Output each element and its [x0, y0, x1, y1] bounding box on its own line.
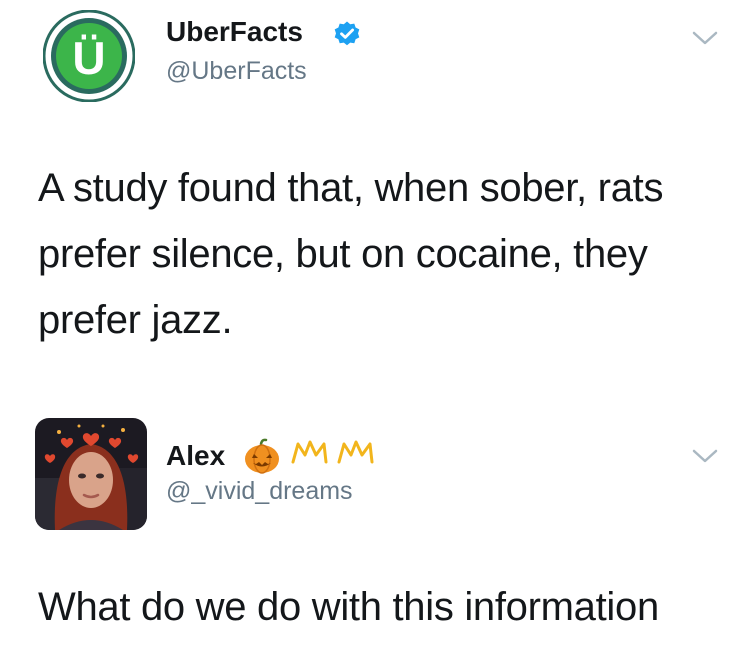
pumpkin-icon [245, 438, 279, 474]
chevron-down-icon[interactable] [690, 28, 720, 48]
crown-icon [337, 440, 374, 464]
display-name[interactable]: UberFacts [166, 16, 303, 48]
verified-badge-icon [334, 21, 360, 46]
tweet-uberfacts[interactable]: Ü UberFacts @UberFacts A study found tha… [0, 0, 750, 400]
uberfacts-logo-icon: Ü [42, 9, 136, 103]
handle[interactable]: @_vivid_dreams [166, 476, 353, 506]
tweet-text: What do we do with this information [38, 585, 659, 629]
profile-photo [35, 418, 147, 530]
crown-icon [291, 440, 328, 464]
uberfacts-logo-letter: Ü [72, 32, 105, 84]
chevron-down-icon[interactable] [690, 446, 720, 466]
uberfacts-avatar[interactable]: Ü [42, 9, 136, 103]
tweet-text: A study found that, when sober, rats pre… [38, 166, 664, 342]
display-name[interactable]: Alex [166, 440, 225, 472]
handle[interactable]: @UberFacts [166, 56, 307, 86]
tweet-alex[interactable]: Alex @_vivid_dreams What do we do with t… [0, 400, 750, 658]
alex-avatar[interactable] [35, 418, 147, 530]
